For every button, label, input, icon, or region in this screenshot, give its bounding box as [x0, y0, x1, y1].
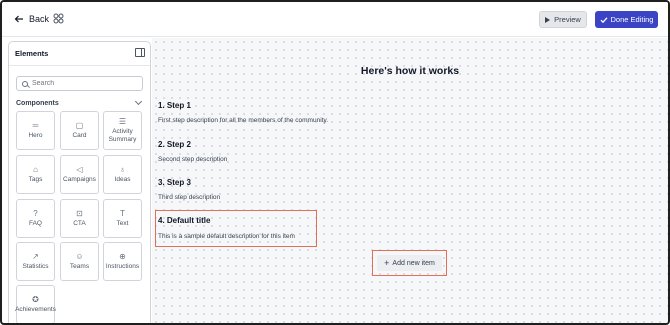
tile-label: CTA: [73, 219, 86, 227]
component-tile-achievements[interactable]: ✪ Achievements: [15, 285, 56, 323]
done-editing-button[interactable]: Done Editing: [595, 11, 658, 28]
lightbulb-icon: ♁: [119, 164, 126, 174]
components-label: Components: [16, 99, 59, 107]
step-title[interactable]: 3. Step 3: [158, 178, 191, 187]
tile-label: Campaigns: [63, 175, 96, 183]
team-icon: ☺: [75, 251, 84, 261]
tile-label: Teams: [69, 262, 90, 270]
step-description[interactable]: Second step description: [158, 156, 227, 163]
divider: [9, 65, 150, 66]
component-tile-tags[interactable]: ⌂ Tags: [16, 155, 55, 194]
tile-label: Instructions: [105, 262, 140, 270]
globe-icon: ⊕: [119, 251, 126, 261]
component-tile-campaigns[interactable]: ◁ Campaigns: [60, 155, 99, 194]
component-tile-teams[interactable]: ☺ Teams: [60, 242, 99, 281]
component-tile-instructions[interactable]: ⊕ Instructions: [103, 242, 142, 281]
play-icon: [545, 16, 551, 23]
add-new-item-button[interactable]: + Add new item: [377, 255, 442, 271]
step-title[interactable]: 4. Default title: [158, 216, 210, 225]
tile-label: Tags: [28, 175, 43, 183]
trend-icon: ↗: [32, 251, 39, 261]
achievement-icon: ✪: [32, 294, 39, 304]
check-icon: [600, 16, 607, 23]
component-tile-activity-summary[interactable]: ☰ Activity Summary: [103, 111, 142, 150]
text-icon: T: [120, 208, 125, 218]
add-item-highlight: + Add new item: [372, 250, 447, 276]
sidebar-title: Elements: [15, 49, 49, 58]
activity-summary-icon: ☰: [118, 116, 127, 126]
step-description[interactable]: First step description for all the membe…: [158, 117, 328, 124]
top-toolbar: Back Preview Done Editing: [2, 2, 668, 37]
tile-label: Card: [72, 131, 87, 139]
tag-icon: ⌂: [33, 164, 38, 174]
arrow-left-icon: [14, 15, 23, 23]
elements-sidebar: Elements Components ═ Hero ▢ Card ☰ Acti…: [8, 41, 151, 323]
step-description[interactable]: Third step description: [158, 194, 220, 201]
hero-icon: ═: [32, 120, 39, 130]
megaphone-icon: ◁: [76, 164, 83, 174]
add-new-item-label: Add new item: [392, 259, 435, 267]
component-tile-hero[interactable]: ═ Hero: [16, 111, 55, 150]
section-heading: Here's how it works: [360, 65, 460, 77]
back-button[interactable]: Back: [14, 11, 49, 27]
component-tile-statistics[interactable]: ↗ Statistics: [16, 242, 55, 281]
components-section-header[interactable]: Components: [16, 97, 143, 108]
cta-icon: ⊡: [76, 208, 83, 218]
editor-canvas: [152, 38, 668, 323]
step-title[interactable]: 2. Step 2: [158, 140, 191, 149]
tile-label: FAQ: [28, 219, 42, 227]
card-icon: ▢: [75, 120, 84, 130]
editor-window: Back Preview Done Editing Elements Searc…: [0, 0, 670, 325]
tile-label: Statistics: [22, 262, 49, 270]
component-tile-cta[interactable]: ⊡ CTA: [60, 199, 99, 238]
tile-label: Activity Summary: [108, 127, 137, 143]
back-label: Back: [29, 14, 50, 24]
tile-label: Ideas: [114, 175, 131, 183]
tile-label: Text: [116, 219, 129, 227]
tile-label: Hero: [28, 131, 43, 139]
search-icon: [22, 80, 28, 87]
component-icon[interactable]: [53, 13, 64, 24]
component-tile-ideas[interactable]: ♁ Ideas: [103, 155, 142, 194]
question-icon: ?: [33, 208, 38, 218]
component-tile-text[interactable]: T Text: [103, 199, 142, 238]
plus-icon: +: [384, 257, 390, 268]
component-tile-card[interactable]: ▢ Card: [60, 111, 99, 150]
step-title[interactable]: 1. Step 1: [158, 101, 191, 110]
panel-toggle-icon[interactable]: [135, 48, 145, 57]
tile-label: Achievements: [15, 305, 56, 313]
chevron-down-icon: [134, 97, 143, 106]
search-field[interactable]: [16, 76, 143, 91]
search-input[interactable]: [32, 80, 132, 87]
step-description[interactable]: This is a sample default description for…: [158, 233, 295, 240]
preview-label: Preview: [554, 15, 581, 24]
done-editing-label: Done Editing: [610, 15, 654, 24]
component-tile-faq[interactable]: ? FAQ: [16, 199, 55, 238]
preview-button[interactable]: Preview: [539, 11, 587, 28]
